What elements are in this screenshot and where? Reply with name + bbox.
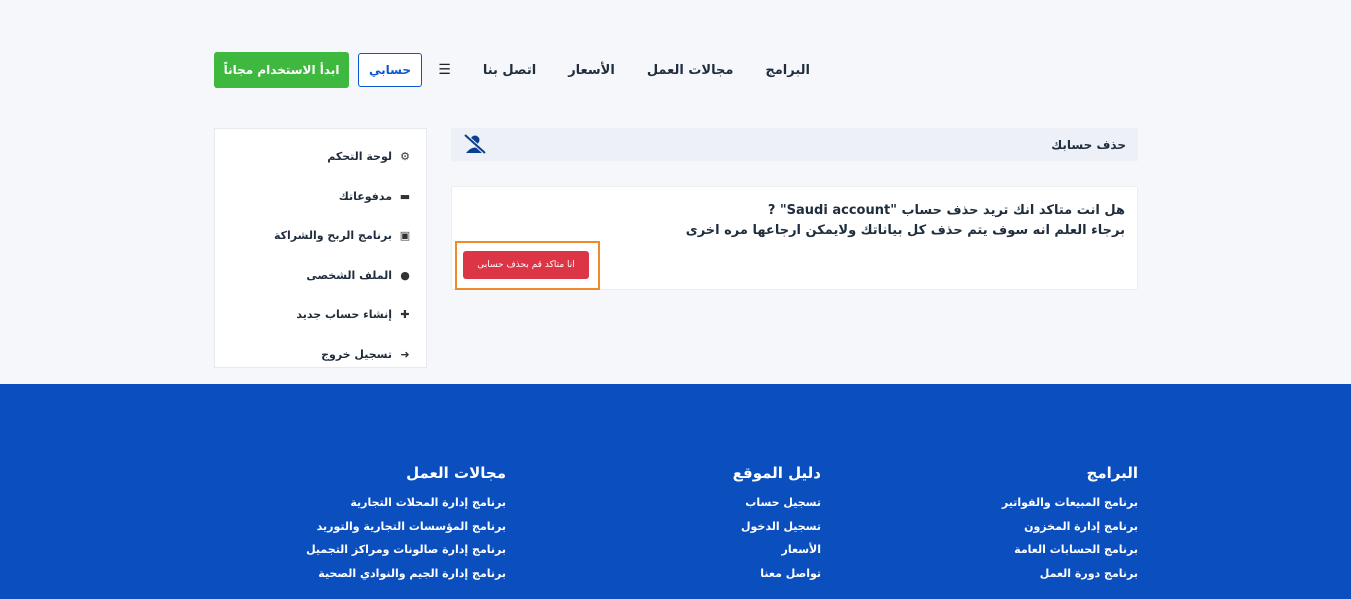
delete-confirm-card: هل انت متاكد انك تريد حذف حساب "Saudi ac… <box>451 186 1138 290</box>
footer-link[interactable]: تسجيل حساب <box>733 496 821 520</box>
confirm-question: هل انت متاكد انك تريد حذف حساب "Saudi ac… <box>767 203 1125 218</box>
sidebar-item-profile[interactable]: ● الملف الشخصى <box>215 256 426 296</box>
page-title: حذف حسابك <box>1051 137 1126 152</box>
footer-link[interactable]: تواصل معنا <box>733 567 821 591</box>
nav-contact[interactable]: اتصل بنا <box>483 63 536 78</box>
delete-account-header: حذف حسابك <box>451 128 1138 161</box>
gears-icon: ⚙ <box>400 150 410 164</box>
sidebar-item-label: تسجيل خروج <box>321 347 392 361</box>
nav-pricing[interactable]: الأسعار <box>568 63 615 78</box>
footer-link[interactable]: برنامج دورة العمل <box>1002 567 1138 591</box>
sidebar-item-logout[interactable]: ➜ تسجيل خروج <box>215 335 426 375</box>
sidebar-item-label: لوحة التحكم <box>327 150 392 164</box>
footer-guide-column: دليل الموقع تسجيل حساب تسجيل الدخول الأس… <box>733 464 821 590</box>
payment-card-icon: ▬ <box>399 189 411 203</box>
top-header: البرامج مجالات العمل الأسعار اتصل بنا ☰ … <box>214 52 1138 88</box>
sidebar-item-label: الملف الشخصى <box>306 268 392 282</box>
my-account-button[interactable]: حسابي <box>358 53 422 87</box>
hamburger-menu-icon[interactable]: ☰ <box>438 62 451 78</box>
footer-link[interactable]: تسجيل الدخول <box>733 520 821 544</box>
footer-programs-column: البرامج برنامج المبيعات والفواتير برنامج… <box>1002 464 1138 590</box>
footer-link[interactable]: برنامج إدارة الجيم والنوادي الصحية <box>306 567 506 591</box>
sidebar-item-label: برنامج الربح والشراكة <box>273 229 392 243</box>
confirm-delete-button[interactable]: انا متاكد قم بحذف حسابى <box>463 251 589 279</box>
money-icon: ▣ <box>399 229 411 243</box>
footer-link[interactable]: برنامج الحسابات العامة <box>1002 543 1138 567</box>
sign-out-icon: ➜ <box>400 347 410 361</box>
nav-programs[interactable]: البرامج <box>765 63 810 78</box>
user-slash-icon <box>463 133 487 158</box>
user-icon: ● <box>400 268 410 282</box>
confirm-warning: برجاء العلم انه سوف يتم حذف كل بياناتك و… <box>685 223 1125 238</box>
footer-link[interactable]: برنامج إدارة المخزون <box>1002 520 1138 544</box>
sidebar-item-affiliate[interactable]: ▣ برنامج الربح والشراكة <box>215 216 426 256</box>
sidebar-item-label: مدفوعاتك <box>338 189 392 203</box>
sidebar-item-label: إنشاء حساب جديد <box>296 308 392 322</box>
footer-column-title: مجالات العمل <box>406 464 506 482</box>
footer-link[interactable]: الأسعار <box>733 543 821 567</box>
start-free-button[interactable]: ابدأ الاستخدام مجاناً <box>214 52 349 88</box>
main-nav: البرامج مجالات العمل الأسعار اتصل بنا <box>451 63 1138 78</box>
footer-link[interactable]: برنامج إدارة صالونات ومراكز التجميل <box>306 543 506 567</box>
sidebar-item-new-account[interactable]: ✚ إنشاء حساب جديد <box>215 295 426 335</box>
footer-link[interactable]: برنامج المبيعات والفواتير <box>1002 496 1138 520</box>
footer-link[interactable]: برنامج إدارة المحلات التجارية <box>306 496 506 520</box>
footer-column-title: دليل الموقع <box>732 464 821 482</box>
account-sidebar: ⚙ لوحة التحكم ▬ مدفوعاتك ▣ برنامج الربح … <box>214 128 427 368</box>
footer-fields-column: مجالات العمل برنامج إدارة المحلات التجار… <box>306 464 506 590</box>
footer-link[interactable]: برنامج المؤسسات التجارية والتوريد <box>306 520 506 544</box>
sidebar-item-dashboard[interactable]: ⚙ لوحة التحكم <box>215 137 426 177</box>
user-plus-icon: ✚ <box>400 308 410 322</box>
nav-fields[interactable]: مجالات العمل <box>647 63 734 78</box>
site-footer: البرامج برنامج المبيعات والفواتير برنامج… <box>0 384 1351 599</box>
footer-column-title: البرامج <box>1086 464 1138 482</box>
sidebar-item-payments[interactable]: ▬ مدفوعاتك <box>215 177 426 217</box>
